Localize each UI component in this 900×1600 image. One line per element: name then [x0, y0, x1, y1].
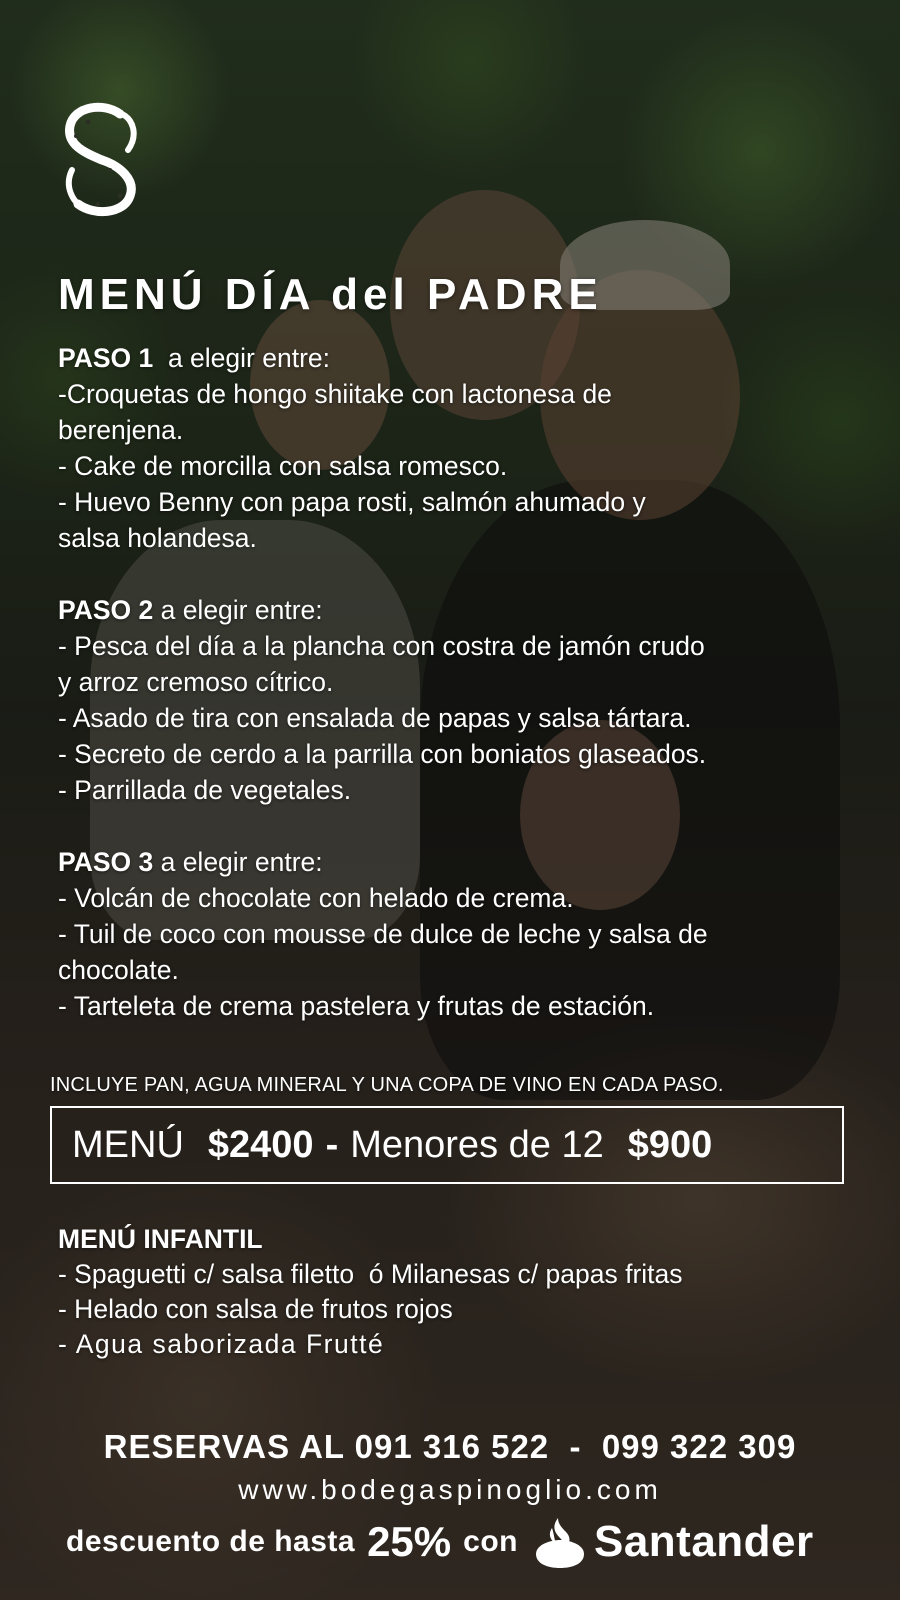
spinoglio-s-logo-icon [65, 102, 137, 217]
menu-price-label: MENÚ [72, 1123, 184, 1166]
paso-1-suffix: a elegir entre: [153, 343, 331, 373]
menu-line: - Tuil de coco con mousse de dulce de le… [58, 919, 708, 949]
menu-line: - Cake de morcilla con salsa romesco. [58, 451, 508, 481]
santander-flame-icon [535, 1518, 584, 1568]
menu-steps: PASO 1 a elegir entre: -Croquetas de hon… [58, 340, 858, 1060]
paso-2-heading: PASO 2 a elegir entre: [58, 592, 858, 628]
menu-line: salsa holandesa. [58, 523, 257, 553]
menu-line: - Tarteleta de crema pastelera y frutas … [58, 991, 655, 1021]
price-box: MENÚ $2400 - Menores de 12 $900 [50, 1106, 844, 1184]
santander-brand: Santander [532, 1514, 814, 1570]
promo-text-con: con [463, 1525, 518, 1558]
menu-line: chocolate. [58, 955, 179, 985]
kids-menu: MENÚ INFANTIL - Spaguetti c/ salsa filet… [58, 1222, 878, 1362]
paso-3-heading: PASO 3 a elegir entre: [58, 844, 858, 880]
includes-note: INCLUYE PAN, AGUA MINERAL Y UNA COPA DE … [50, 1074, 724, 1096]
minors-price-label: Menores de 12 [350, 1123, 604, 1166]
paso-3-section: PASO 3 a elegir entre: - Volcán de choco… [58, 844, 858, 1024]
paso-3-suffix: a elegir entre: [153, 847, 323, 877]
paso-3-label: PASO 3 [58, 847, 154, 877]
paso-2-section: PASO 2 a elegir entre: - Pesca del día a… [58, 592, 858, 808]
menu-line: - Pesca del día a la plancha con costra … [58, 631, 705, 661]
paso-2-suffix: a elegir entre: [153, 595, 323, 625]
menu-line: - Volcán de chocolate con helado de crem… [58, 883, 574, 913]
kids-menu-line: - Agua saborizada Frutté [58, 1329, 385, 1359]
paso-1-section: PASO 1 a elegir entre: -Croquetas de hon… [58, 340, 858, 556]
minors-price: $900 [627, 1123, 713, 1166]
menu-line: - Parrillada de vegetales. [58, 775, 352, 805]
page-title: MENÚ DÍA del PADRE [58, 270, 603, 319]
kids-menu-line: - Helado con salsa de frutos rojos [58, 1294, 453, 1324]
menu-line: berenjena. [58, 415, 184, 445]
santander-wordmark: Santander [593, 1517, 814, 1566]
paso-1-heading: PASO 1 a elegir entre: [58, 340, 858, 376]
kids-menu-title: MENÚ INFANTIL [58, 1224, 263, 1254]
promo-text-discount: descuento de hasta [66, 1525, 356, 1558]
menu-line: -Croquetas de hongo shiitake con lactone… [58, 379, 612, 409]
kids-menu-line: - Spaguetti c/ salsa filetto ó Milanesas… [58, 1259, 683, 1289]
menu-price: $2400 [207, 1123, 314, 1166]
promo-percent: 25% [367, 1518, 452, 1565]
paso-1-label: PASO 1 [58, 343, 154, 373]
menu-line: y arroz cremoso cítrico. [58, 667, 334, 697]
menu-line: - Secreto de cerdo a la parrilla con bon… [58, 739, 707, 769]
website-link[interactable]: www.bodegaspinoglio.com [0, 1474, 900, 1506]
menu-line: - Huevo Benny con papa rosti, salmón ahu… [58, 487, 646, 517]
price-separator: - [325, 1123, 339, 1166]
paso-2-label: PASO 2 [58, 595, 154, 625]
menu-line: - Asado de tira con ensalada de papas y … [58, 703, 692, 733]
reservation-phones: RESERVAS AL 091 316 522 - 099 322 309 [103, 1428, 797, 1465]
santander-promo: descuento de hasta 25% con Santander [66, 1512, 866, 1572]
